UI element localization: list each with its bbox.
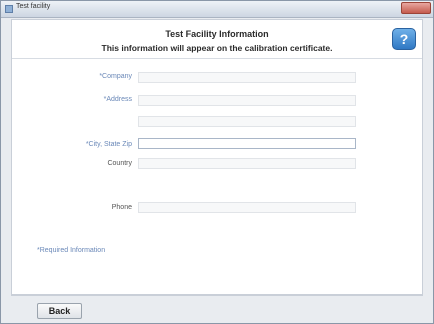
close-window-button[interactable] <box>401 2 431 14</box>
app-window: Test facility Test Facility Information … <box>0 0 434 324</box>
app-icon <box>5 5 13 13</box>
address-line2-field[interactable] <box>138 116 356 127</box>
address-label: *Address <box>103 96 132 103</box>
address-field[interactable] <box>138 95 356 106</box>
phone-label: Phone <box>111 204 132 211</box>
help-icon: ? <box>399 31 409 47</box>
required-info-note: *Required Information <box>37 247 106 254</box>
city-state-zip-field[interactable] <box>138 138 356 149</box>
window-title: Test facility <box>16 3 51 10</box>
company-label: *Company <box>99 73 132 80</box>
form-header: Test Facility Information This informati… <box>12 20 422 59</box>
phone-field[interactable] <box>138 202 356 213</box>
footer-divider <box>11 295 423 296</box>
country-field[interactable] <box>138 158 356 169</box>
help-button[interactable]: ? <box>392 28 416 50</box>
page-subtitle: This information will appear on the cali… <box>101 43 333 53</box>
city-state-zip-label: *City, State Zip <box>85 141 132 148</box>
page-title: Test Facility Information <box>165 29 269 39</box>
title-bar: Test facility <box>1 1 433 18</box>
company-field[interactable] <box>138 72 356 83</box>
back-button[interactable]: Back <box>37 303 82 319</box>
country-label: Country <box>107 160 132 167</box>
